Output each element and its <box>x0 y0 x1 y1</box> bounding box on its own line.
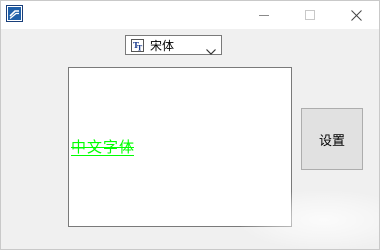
close-button[interactable] <box>333 1 379 29</box>
maximize-button[interactable] <box>287 1 333 29</box>
dialog-window: T T 宋体 中文字体 设置 <box>0 0 380 250</box>
maximize-icon <box>305 10 315 20</box>
truetype-font-icon: T T <box>131 38 144 52</box>
font-name-combobox[interactable]: T T 宋体 <box>125 35 222 55</box>
font-name-value: 宋体 <box>150 38 175 53</box>
settings-button[interactable]: 设置 <box>301 108 363 170</box>
minimize-icon <box>259 15 269 16</box>
preview-strikeout-line <box>71 147 134 148</box>
preview-underline <box>71 155 134 156</box>
minimize-button[interactable] <box>241 1 287 29</box>
app-icon <box>6 5 23 22</box>
title-bar[interactable] <box>1 1 379 29</box>
svg-text:T: T <box>137 43 143 52</box>
chevron-down-icon[interactable] <box>206 42 216 55</box>
close-icon <box>350 9 362 21</box>
font-preview-box: 中文字体 <box>68 67 292 227</box>
